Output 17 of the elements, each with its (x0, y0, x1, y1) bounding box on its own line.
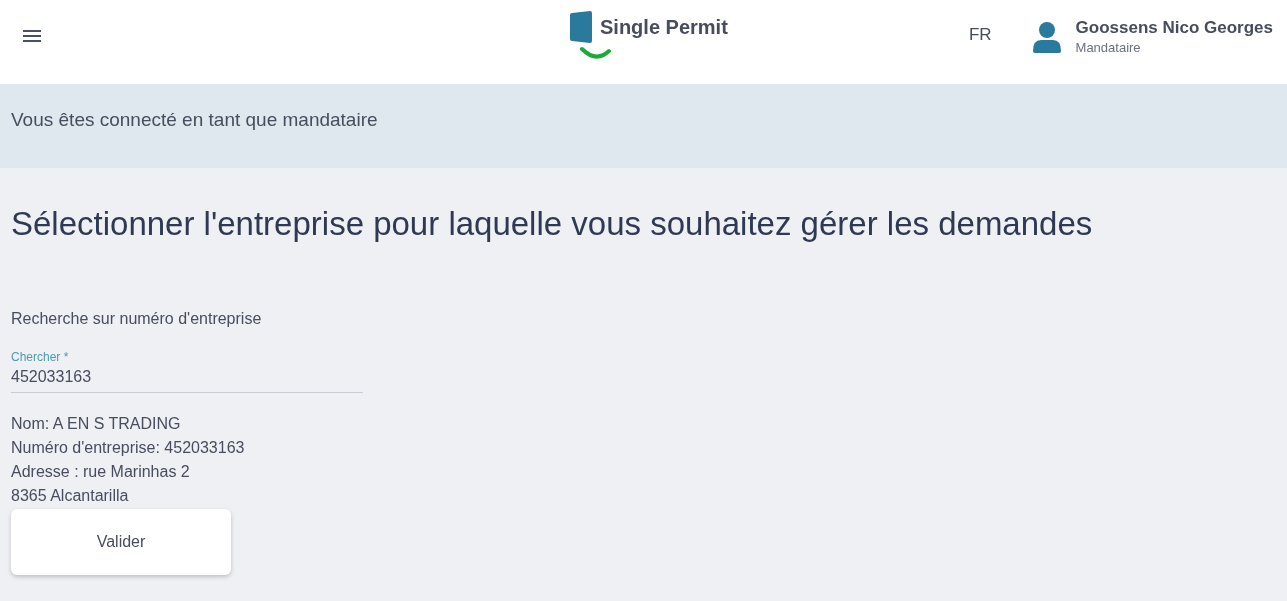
company-detail: Adresse : rue Marinhas 2 (11, 462, 191, 482)
field-label: Chercher * (11, 350, 70, 364)
user-name: Goossens Nico Georges (1075, 18, 1273, 38)
company-detail: 8365 Alcantarilla (11, 486, 130, 506)
user-icon[interactable] (1032, 21, 1061, 53)
search-input[interactable]: 452033163 (11, 366, 363, 388)
validate-button[interactable]: Valider (11, 509, 231, 575)
section-label: Recherche sur numéro d'entreprise (11, 309, 262, 329)
user-role: Mandataire (1075, 40, 1142, 56)
banner-text: Vous êtes connecté en tant que mandataire (11, 107, 378, 132)
page-title: Sélectionner l'entreprise pour laquelle vous souhaitez gérer les demandes (11, 204, 1093, 244)
menu-icon[interactable] (23, 30, 41, 42)
logo-text: Single Permit (600, 15, 728, 40)
search-field[interactable]: Chercher * 452033163 (11, 350, 363, 393)
company-detail: Nom: A EN S TRADING (11, 414, 182, 434)
language-selector[interactable]: FR (968, 22, 992, 48)
company-detail: Numéro d'entreprise: 452033163 (11, 438, 245, 458)
